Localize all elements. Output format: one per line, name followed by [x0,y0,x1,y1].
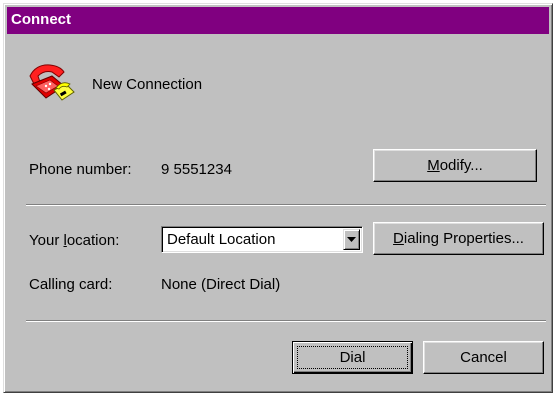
dropdown-arrow-button[interactable] [343,229,360,250]
dialing-label-accel: D [393,230,404,247]
dialing-label-post: ialing Properties... [403,230,524,247]
modify-button[interactable]: Modify... [373,149,537,182]
separator-bottom [26,320,546,322]
dialing-properties-button[interactable]: Dialing Properties... [373,222,544,255]
location-label: Your location: [29,232,119,249]
title-bar[interactable]: Connect [7,7,549,34]
modify-label-accel: M [427,157,440,174]
telephone-icon [26,62,76,111]
dial-button-label: Dial [339,349,366,366]
chevron-down-icon [347,237,356,242]
connection-name: New Connection [92,76,203,93]
calling-card-label: Calling card: [29,276,113,293]
calling-card-value: None (Direct Dial) [161,276,281,293]
phone-number-value: 9 5551234 [161,161,232,178]
location-label-pre: Your [29,232,64,249]
location-label-post: ocation: [66,232,120,249]
cancel-button-label: Cancel [460,349,507,366]
location-select-value: Default Location [167,231,276,248]
window-title: Connect [11,11,71,28]
location-select[interactable]: Default Location [161,226,363,253]
modify-label-post: odify... [439,157,483,174]
connect-dialog: Connect New Connection Phone number: 9 5… [3,3,553,393]
phone-number-label: Phone number: [29,161,132,178]
dial-button[interactable]: Dial [292,341,413,374]
separator-top [26,204,546,206]
cancel-button[interactable]: Cancel [423,341,544,374]
